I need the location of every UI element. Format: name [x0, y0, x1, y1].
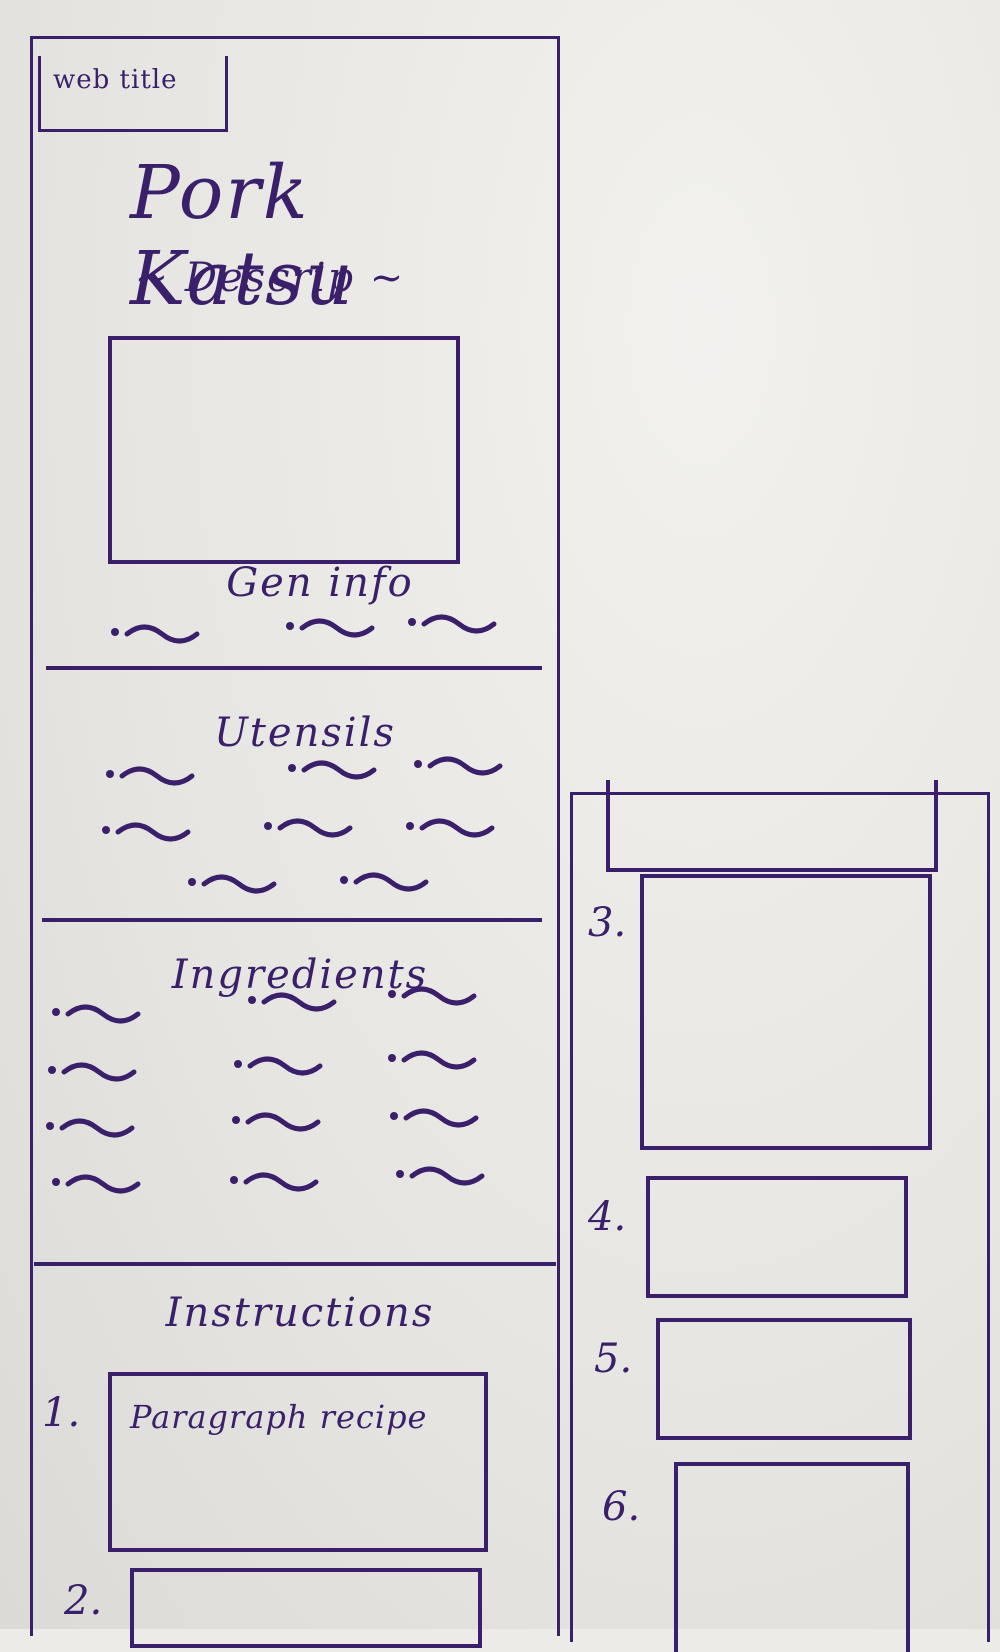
ingredient-bullet-squiggle: [61, 1062, 137, 1082]
gen-info-bullet-dot: [408, 618, 416, 626]
ingredient-bullet-squiggle: [243, 1172, 319, 1192]
ingredient-bullet-squiggle: [403, 1108, 479, 1128]
ingredient-bullet-dot: [52, 1008, 60, 1016]
utensil-bullet-dot: [288, 764, 296, 772]
ingredient-bullet-squiggle: [65, 1174, 141, 1194]
utensil-bullet-squiggle: [353, 872, 429, 892]
ingredient-bullet-dot: [390, 1112, 398, 1120]
utensil-bullet-dot: [264, 822, 272, 830]
utensil-bullet-dot: [406, 822, 414, 830]
gen-info-bullet-dot: [286, 622, 294, 630]
utensil-bullet-squiggle: [301, 760, 377, 780]
ingredient-bullet-squiggle: [65, 1004, 141, 1024]
gen-info-bullet-dot: [111, 628, 119, 636]
utensil-bullet-squiggle: [119, 766, 195, 786]
utensil-bullet-squiggle: [419, 818, 495, 838]
ingredient-bullet-dot: [388, 1054, 396, 1062]
ingredient-bullet-squiggle: [245, 1112, 321, 1132]
utensil-bullet-squiggle: [115, 822, 191, 842]
ingredient-bullet-squiggle: [401, 1050, 477, 1070]
ingredient-bullet-squiggle: [59, 1118, 135, 1138]
gen-info-bullet-squiggle: [421, 614, 497, 634]
ingredient-bullet-dot: [388, 990, 396, 998]
ingredient-bullet-dot: [48, 1066, 56, 1074]
ingredient-bullet-squiggle: [401, 986, 477, 1006]
utensil-bullet-squiggle: [427, 756, 503, 776]
ingredient-bullet-dot: [248, 996, 256, 1004]
ingredient-bullet-squiggle: [261, 992, 337, 1012]
bullet-list-squiggles: [46, 614, 503, 1194]
ingredient-bullet-squiggle: [409, 1166, 485, 1186]
ingredient-bullet-dot: [46, 1122, 54, 1130]
utensil-bullet-dot: [106, 770, 114, 778]
utensil-bullet-dot: [102, 826, 110, 834]
ingredient-bullet-dot: [234, 1060, 242, 1068]
ingredient-bullet-squiggle: [247, 1056, 323, 1076]
utensil-bullet-dot: [340, 876, 348, 884]
utensil-bullet-squiggle: [201, 874, 277, 894]
gen-info-bullet-squiggle: [299, 618, 375, 638]
utensil-bullet-dot: [188, 878, 196, 886]
ingredient-bullet-dot: [232, 1116, 240, 1124]
utensil-bullet-squiggle: [277, 818, 353, 838]
utensil-bullet-dot: [414, 760, 422, 768]
ingredient-bullet-dot: [396, 1170, 404, 1178]
ingredient-bullet-dot: [230, 1176, 238, 1184]
ingredient-bullet-dot: [52, 1178, 60, 1186]
gen-info-bullet-squiggle: [124, 624, 200, 644]
